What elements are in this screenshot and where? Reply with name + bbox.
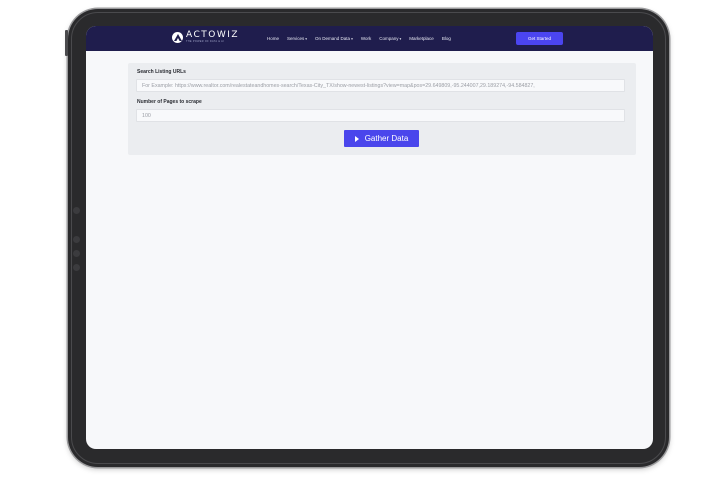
chevron-down-icon: ▾: [351, 37, 353, 41]
chevron-down-icon: ▾: [399, 37, 402, 41]
search-urls-input[interactable]: For Example: https://www.realtor.com/rea…: [136, 79, 625, 92]
chevron-down-icon: ▾: [305, 37, 308, 41]
nav-services[interactable]: Services▾: [287, 36, 307, 41]
gather-data-label: Gather Data: [364, 134, 409, 143]
get-started-button[interactable]: Get Started: [516, 32, 563, 45]
sensor-dot: [73, 264, 80, 271]
nav-marketplace[interactable]: Marketplace: [409, 36, 434, 41]
pages-label: Number of Pages to scrape: [137, 99, 202, 105]
tablet-side-button: [65, 30, 68, 56]
sensor-dot: [73, 250, 80, 257]
gather-data-button[interactable]: Gather Data: [344, 130, 419, 147]
browser-viewport: ACTOWIZ THE POWER OF DATA & AI Home Serv…: [86, 26, 653, 449]
sensor-dot: [73, 236, 80, 243]
nav-blog[interactable]: Blog: [442, 36, 451, 41]
pages-input[interactable]: 100: [136, 109, 625, 122]
brand-logo[interactable]: ACTOWIZ THE POWER OF DATA & AI: [172, 31, 239, 44]
brand-tagline: THE POWER OF DATA & AI: [186, 40, 225, 43]
brand-name: ACTOWIZ: [186, 30, 240, 40]
nav-work[interactable]: Work: [361, 36, 371, 41]
nav-on-demand-data[interactable]: On Demand Data▾: [315, 36, 353, 41]
nav-home[interactable]: Home: [267, 36, 279, 41]
camera-icon: [73, 207, 80, 214]
play-icon: [354, 135, 359, 142]
scraper-form: Search Listing URLs For Example: https:/…: [128, 63, 636, 155]
main-menu: Home Services▾ On Demand Data▾ Work Comp…: [267, 26, 459, 51]
logo-icon: [172, 31, 183, 43]
logo-triangle-icon: [173, 33, 182, 41]
nav-company[interactable]: Company▾: [379, 36, 401, 41]
urls-label: Search Listing URLs: [137, 69, 186, 75]
top-navigation-bar: ACTOWIZ THE POWER OF DATA & AI Home Serv…: [86, 26, 653, 51]
